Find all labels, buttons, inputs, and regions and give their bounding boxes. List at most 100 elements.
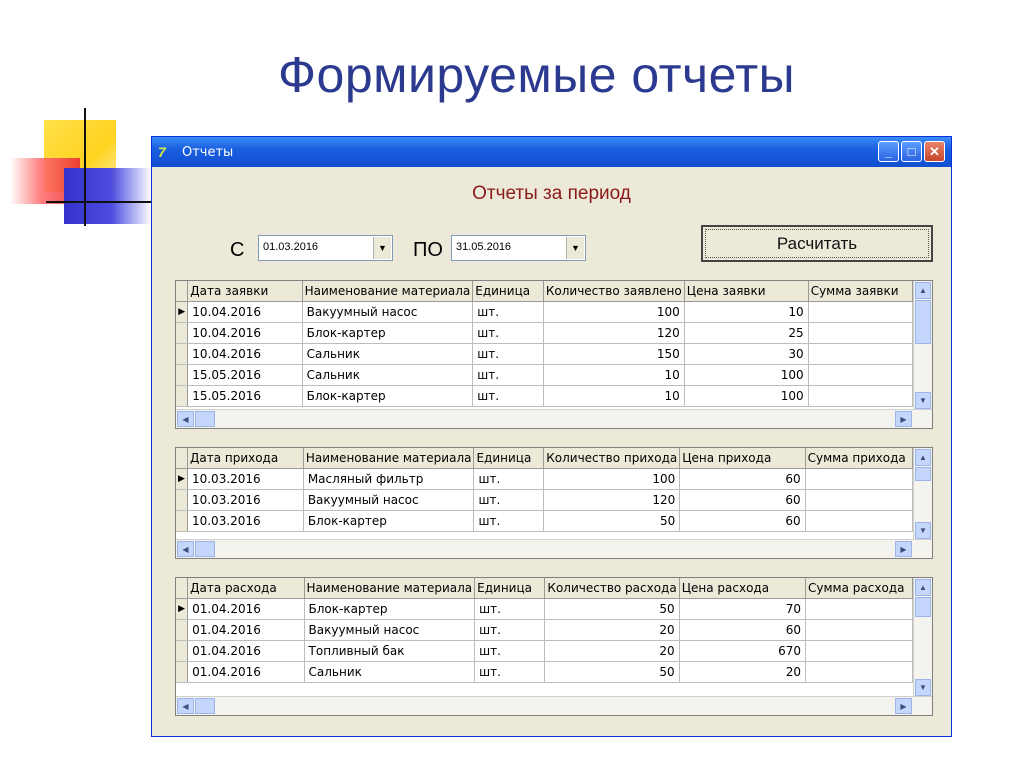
minimize-button[interactable]: _ — [878, 141, 899, 162]
table-cell[interactable]: 25 — [684, 322, 809, 344]
table-cell[interactable]: Блок-картер — [302, 385, 474, 407]
table-cell[interactable]: 100 — [684, 364, 809, 386]
table-cell[interactable]: Сальник — [302, 364, 474, 386]
table-cell[interactable]: 100 — [543, 301, 685, 323]
window-titlebar[interactable]: 7 Отчеты _ □ ✕ — [152, 137, 951, 167]
table-cell[interactable]: 10.03.2016 — [187, 489, 304, 511]
table-cell[interactable]: шт. — [472, 301, 544, 323]
table-cell[interactable]: 15.05.2016 — [187, 364, 303, 386]
table-cell[interactable]: шт. — [474, 619, 546, 641]
table-cell[interactable]: шт. — [472, 385, 544, 407]
scroll-up-icon[interactable]: ▲ — [915, 282, 931, 299]
column-header[interactable]: Наименование материала — [304, 578, 476, 599]
scroll-down-icon[interactable]: ▼ — [915, 522, 931, 539]
table-row[interactable]: 10.03.2016 Блок-картер шт. 50 60 — [176, 510, 913, 532]
table-cell[interactable] — [805, 661, 913, 683]
table-cell[interactable]: 10.03.2016 — [187, 510, 304, 532]
table-cell[interactable] — [805, 598, 913, 620]
table-cell[interactable] — [805, 510, 913, 532]
column-header[interactable]: Цена расхода — [679, 578, 807, 599]
table-cell[interactable]: 10 — [543, 364, 685, 386]
table-cell[interactable]: Масляный фильтр — [303, 468, 475, 490]
table-row[interactable]: 01.04.2016 Топливный бак шт. 20 670 — [176, 640, 913, 662]
column-header[interactable]: Дата заявки — [187, 281, 303, 302]
table-cell[interactable]: Вакуумный насос — [303, 489, 475, 511]
table-cell[interactable]: 10.03.2016 — [187, 468, 304, 490]
table-cell[interactable]: 10.04.2016 — [187, 343, 303, 365]
scroll-up-icon[interactable]: ▲ — [915, 449, 931, 466]
horizontal-scrollbar[interactable]: ◀ ▶ — [176, 409, 932, 428]
table-cell[interactable] — [808, 385, 913, 407]
scroll-down-icon[interactable]: ▼ — [915, 392, 931, 409]
column-header[interactable]: Наименование материала — [302, 281, 474, 302]
table-cell[interactable]: 10 — [543, 385, 685, 407]
horizontal-scrollbar[interactable]: ◀ ▶ — [176, 696, 932, 715]
vertical-scrollbar[interactable]: ▲ ▼ — [913, 578, 932, 697]
scroll-right-icon[interactable]: ▶ — [895, 541, 912, 557]
scroll-down-icon[interactable]: ▼ — [915, 679, 931, 696]
column-header[interactable]: Цена заявки — [684, 281, 809, 302]
column-header[interactable]: Единица — [474, 578, 546, 599]
scroll-thumb[interactable] — [915, 300, 931, 344]
column-header[interactable]: Дата расхода — [187, 578, 305, 599]
column-header[interactable]: Наименование материала — [303, 448, 475, 469]
table-row[interactable]: ▶ 01.04.2016 Блок-картер шт. 50 70 — [176, 598, 913, 620]
table-cell[interactable] — [805, 619, 913, 641]
table-cell[interactable]: 120 — [543, 322, 685, 344]
table-cell[interactable]: 100 — [543, 468, 681, 490]
table-cell[interactable]: 20 — [544, 619, 680, 641]
requests-grid[interactable]: Дата заявки Наименование материала Едини… — [175, 280, 933, 429]
table-cell[interactable]: 50 — [543, 510, 681, 532]
scroll-thumb[interactable] — [195, 698, 215, 714]
table-cell[interactable]: 10.04.2016 — [187, 301, 303, 323]
table-cell[interactable]: шт. — [472, 343, 544, 365]
table-cell[interactable]: Топливный бак — [304, 640, 476, 662]
scroll-left-icon[interactable]: ◀ — [177, 698, 194, 714]
table-cell[interactable]: 15.05.2016 — [187, 385, 303, 407]
table-cell[interactable]: 10 — [684, 301, 809, 323]
chevron-down-icon[interactable]: ▼ — [373, 237, 391, 259]
table-cell[interactable]: шт. — [474, 640, 546, 662]
scroll-thumb[interactable] — [195, 541, 215, 557]
column-header[interactable]: Цена прихода — [679, 448, 806, 469]
table-row[interactable]: 10.03.2016 Вакуумный насос шт. 120 60 — [176, 489, 913, 511]
chevron-down-icon[interactable]: ▼ — [566, 237, 584, 259]
vertical-scrollbar[interactable]: ▲ ▼ — [913, 281, 932, 410]
scroll-up-icon[interactable]: ▲ — [915, 579, 931, 596]
vertical-scrollbar[interactable]: ▲ ▼ — [913, 448, 932, 540]
table-cell[interactable]: 10.04.2016 — [187, 322, 303, 344]
column-header[interactable]: Дата прихода — [187, 448, 304, 469]
column-header[interactable]: Единица — [473, 448, 545, 469]
table-cell[interactable]: Вакуумный насос — [302, 301, 474, 323]
table-cell[interactable] — [808, 343, 913, 365]
table-cell[interactable]: 01.04.2016 — [187, 619, 305, 641]
table-cell[interactable]: 01.04.2016 — [187, 640, 305, 662]
date-from-picker[interactable]: 01.03.2016 ▼ — [258, 235, 393, 261]
incoming-grid[interactable]: Дата прихода Наименование материала Един… — [175, 447, 933, 559]
table-cell[interactable] — [805, 468, 913, 490]
table-cell[interactable]: 50 — [544, 661, 680, 683]
outgoing-grid[interactable]: Дата расхода Наименование материала Един… — [175, 577, 933, 716]
table-row[interactable]: ▶ 10.04.2016 Вакуумный насос шт. 100 10 — [176, 301, 913, 323]
table-cell[interactable]: шт. — [474, 661, 546, 683]
scroll-thumb[interactable] — [915, 467, 931, 481]
table-cell[interactable]: Блок-картер — [303, 510, 475, 532]
table-cell[interactable]: 60 — [679, 510, 806, 532]
table-row[interactable]: ▶ 10.03.2016 Масляный фильтр шт. 100 60 — [176, 468, 913, 490]
column-header[interactable]: Количество прихода — [543, 448, 681, 469]
column-header[interactable]: Сумма расхода — [805, 578, 913, 599]
table-cell[interactable] — [805, 640, 913, 662]
table-cell[interactable]: 60 — [679, 619, 807, 641]
table-row[interactable]: 01.04.2016 Сальник шт. 50 20 — [176, 661, 913, 683]
table-cell[interactable]: 60 — [679, 468, 806, 490]
table-cell[interactable]: шт. — [473, 468, 545, 490]
table-cell[interactable] — [808, 301, 913, 323]
table-cell[interactable]: шт. — [472, 364, 544, 386]
table-row[interactable]: 15.05.2016 Сальник шт. 10 100 — [176, 364, 913, 386]
calculate-button[interactable]: Расчитать — [701, 225, 933, 262]
maximize-button[interactable]: □ — [901, 141, 922, 162]
table-cell[interactable]: 50 — [544, 598, 680, 620]
table-cell[interactable]: Вакуумный насос — [304, 619, 476, 641]
table-cell[interactable]: шт. — [472, 322, 544, 344]
column-header[interactable]: Сумма заявки — [808, 281, 913, 302]
